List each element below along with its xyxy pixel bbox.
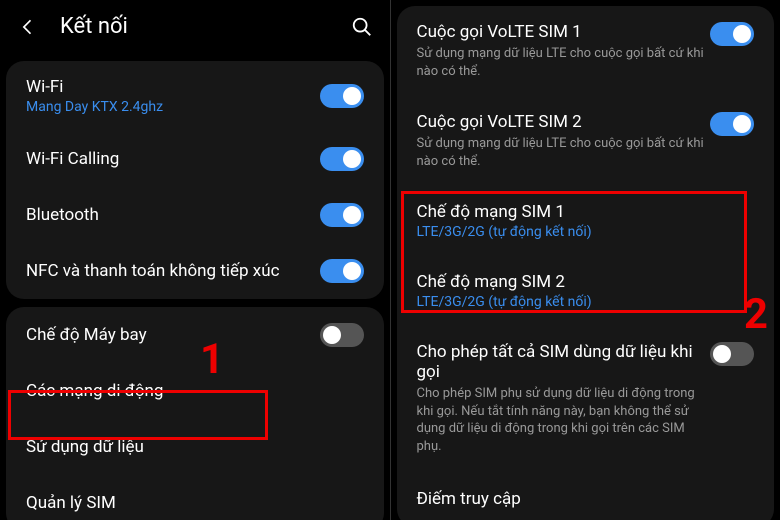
- volte-sim2-desc: Sử dụng mạng dữ liệu LTE cho cuộc gọi bấ…: [417, 135, 711, 170]
- annotation-box-1: [8, 390, 268, 440]
- volte-sim1-desc: Sử dụng mạng dữ liệu LTE cho cuộc gọi bấ…: [417, 45, 711, 80]
- search-icon: [351, 16, 373, 38]
- back-icon: [18, 17, 38, 37]
- volte-sim2-row[interactable]: Cuộc gọi VoLTE SIM 2 Sử dụng mạng dữ liệ…: [397, 96, 775, 186]
- bluetooth-row[interactable]: Bluetooth: [6, 187, 384, 243]
- connections-panel: Kết nối Wi-Fi Mang Day KTX 2.4ghz Wi-Fi …: [0, 0, 391, 520]
- page-title: Kết nối: [60, 14, 330, 39]
- wifi-calling-row[interactable]: Wi-Fi Calling: [6, 131, 384, 187]
- volte-sim2-toggle[interactable]: [710, 112, 754, 136]
- airplane-row[interactable]: Chế độ Máy bay: [6, 307, 384, 363]
- wifi-label: Wi-Fi: [26, 77, 320, 97]
- allow-data-calling-desc: Cho phép SIM phụ sử dụng dữ liệu di động…: [417, 385, 711, 455]
- volte-sim1-label: Cuộc gọi VoLTE SIM 1: [417, 22, 711, 42]
- volte-sim2-label: Cuộc gọi VoLTE SIM 2: [417, 112, 711, 132]
- nfc-label: NFC và thanh toán không tiếp xúc: [26, 261, 279, 281]
- bluetooth-toggle[interactable]: [320, 203, 364, 227]
- volte-sim1-row[interactable]: Cuộc gọi VoLTE SIM 1 Sử dụng mạng dữ liệ…: [397, 6, 775, 96]
- sim-manager-label: Quản lý SIM: [26, 493, 116, 513]
- allow-data-calling-row[interactable]: Cho phép tất cả SIM dùng dữ liệu khi gọi…: [397, 326, 775, 471]
- nfc-row[interactable]: NFC và thanh toán không tiếp xúc: [6, 243, 384, 299]
- wifi-network: Mang Day KTX 2.4ghz: [26, 99, 320, 115]
- wifi-calling-toggle[interactable]: [320, 147, 364, 171]
- annotation-box-2: [401, 191, 747, 313]
- wifi-row[interactable]: Wi-Fi Mang Day KTX 2.4ghz: [6, 61, 384, 131]
- allow-data-calling-label: Cho phép tất cả SIM dùng dữ liệu khi gọi: [417, 342, 711, 382]
- nfc-toggle[interactable]: [320, 259, 364, 283]
- allow-data-calling-toggle[interactable]: [710, 342, 754, 366]
- wifi-calling-label: Wi-Fi Calling: [26, 149, 119, 169]
- search-button[interactable]: [350, 15, 374, 39]
- annotation-number-1: 1: [200, 335, 224, 384]
- annotation-number-2: 2: [744, 290, 768, 339]
- apn-row[interactable]: Điếm truy cập: [397, 471, 775, 520]
- volte-sim1-toggle[interactable]: [710, 22, 754, 46]
- data-usage-label: Sử dụng dữ liệu: [26, 437, 144, 457]
- back-button[interactable]: [16, 15, 40, 39]
- wireless-section: Wi-Fi Mang Day KTX 2.4ghz Wi-Fi Calling …: [6, 61, 384, 299]
- header: Kết nối: [0, 0, 390, 53]
- apn-label: Điếm truy cập: [417, 489, 521, 509]
- airplane-toggle[interactable]: [320, 323, 364, 347]
- airplane-label: Chế độ Máy bay: [26, 325, 147, 345]
- sim-manager-row[interactable]: Quản lý SIM: [6, 475, 384, 520]
- mobile-networks-panel: Cuộc gọi VoLTE SIM 1 Sử dụng mạng dữ liệ…: [391, 0, 780, 520]
- wifi-toggle[interactable]: [320, 84, 364, 108]
- bluetooth-label: Bluetooth: [26, 205, 99, 225]
